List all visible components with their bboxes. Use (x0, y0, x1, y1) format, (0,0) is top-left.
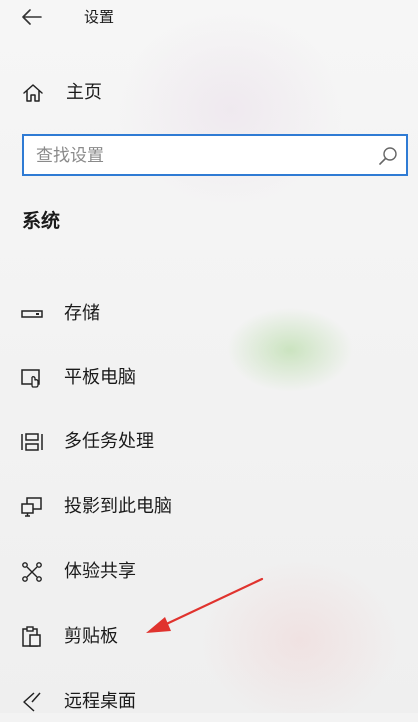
nav-item-remote-desktop[interactable]: 远程桌面 (0, 682, 418, 722)
nav-item-label: 投影到此电脑 (64, 496, 172, 517)
multitasking-icon (21, 433, 43, 451)
remote-desktop-icon (23, 692, 41, 712)
storage-icon (21, 310, 43, 318)
search-icon[interactable] (378, 146, 398, 166)
section-title: 系统 (22, 210, 61, 232)
search-box[interactable] (22, 134, 408, 176)
nav-item-tablet[interactable]: 平板电脑 (0, 358, 418, 398)
projecting-icon (21, 497, 42, 517)
shared-experiences-icon (22, 562, 42, 582)
search-input[interactable] (36, 145, 366, 167)
nav-item-label: 存储 (64, 303, 100, 324)
nav-item-label: 远程桌面 (64, 691, 136, 712)
back-arrow-icon (22, 9, 42, 25)
nav-item-label: 平板电脑 (64, 367, 136, 388)
home-icon (23, 84, 43, 102)
nav-item-label: 多任务处理 (64, 431, 154, 452)
nav-item-label: 剪贴板 (64, 626, 118, 647)
nav-item-storage[interactable]: 存储 (0, 294, 418, 334)
nav-home[interactable]: 主页 (0, 76, 418, 110)
app-title: 设置 (84, 8, 115, 26)
nav-home-label: 主页 (66, 82, 102, 103)
nav-item-multitasking[interactable]: 多任务处理 (0, 422, 418, 462)
back-button[interactable] (14, 2, 50, 32)
tablet-icon (21, 369, 40, 388)
clipboard-icon (22, 626, 41, 647)
nav-item-shared-experiences[interactable]: 体验共享 (0, 552, 418, 592)
nav-item-label: 体验共享 (64, 561, 136, 582)
nav-item-projecting[interactable]: 投影到此电脑 (0, 487, 418, 527)
nav-item-clipboard[interactable]: 剪贴板 (0, 617, 418, 657)
